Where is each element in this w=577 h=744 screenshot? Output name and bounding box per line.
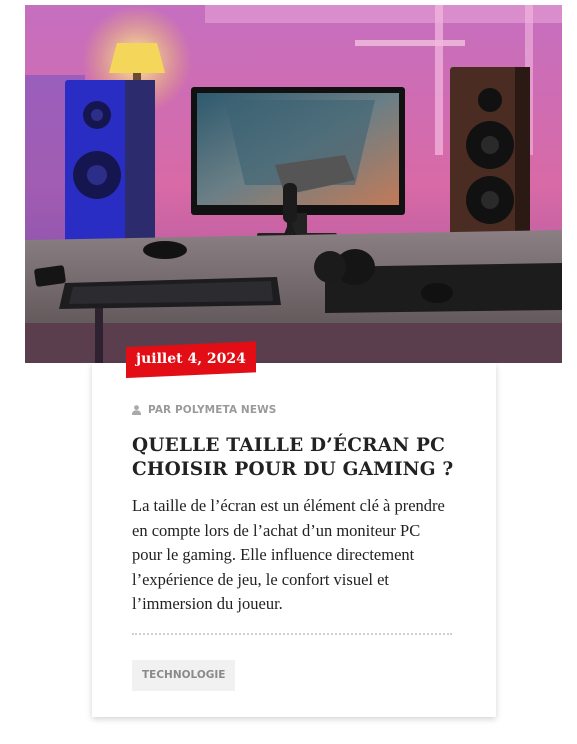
- date-text: juillet 4, 2024: [136, 351, 246, 368]
- article-excerpt: La taille de l’écran est un élément clé …: [132, 496, 445, 613]
- category-tag[interactable]: TECHNOLOGIE: [132, 660, 236, 691]
- article-title[interactable]: QUELLE TAILLE D’ÉCRAN PC CHOISIR POUR DU…: [132, 434, 472, 482]
- article-featured-image[interactable]: [25, 5, 562, 363]
- author-meta[interactable]: PAR POLYMETA NEWS: [132, 402, 276, 418]
- date-badge: juillet 4, 2024: [126, 341, 256, 378]
- gaming-setup-illustration: [25, 5, 562, 363]
- author-name: PAR POLYMETA NEWS: [148, 404, 277, 416]
- article-card-wrapper: juillet 4, 2024 PAR POLYMETA NEWS QUELLE…: [0, 0, 577, 744]
- user-icon: [132, 405, 141, 415]
- dotted-divider: [132, 633, 452, 635]
